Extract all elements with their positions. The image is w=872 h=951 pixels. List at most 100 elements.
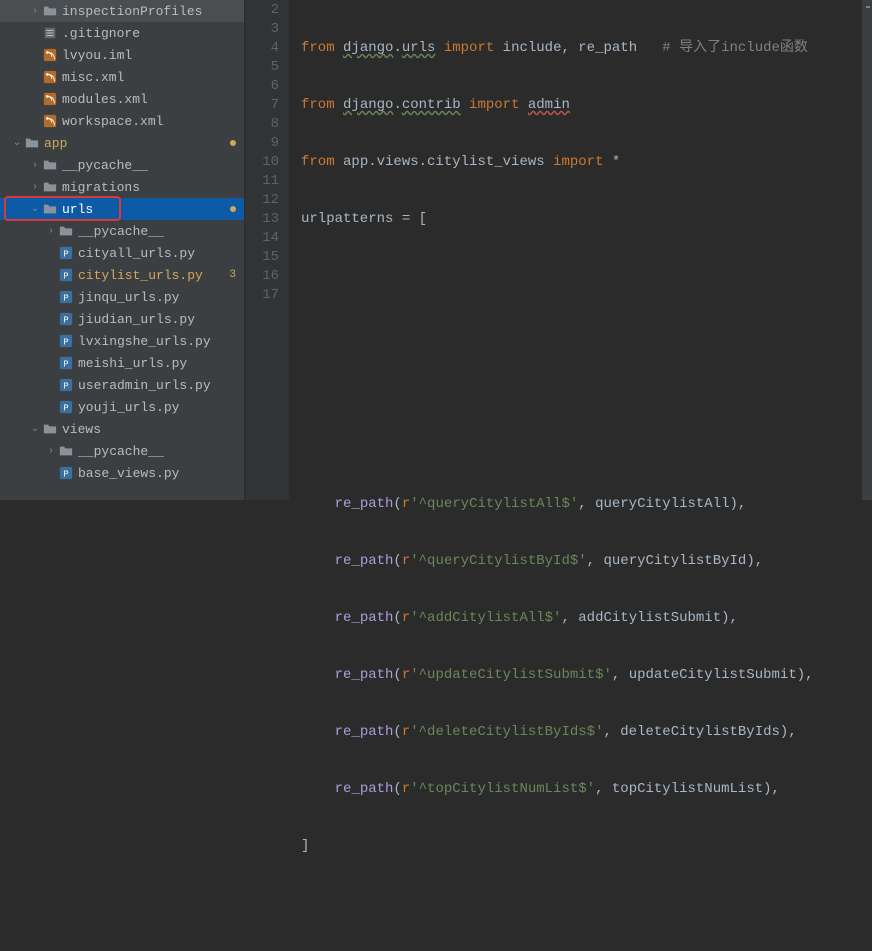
svg-text:P: P bbox=[63, 470, 68, 480]
xml-icon bbox=[42, 113, 58, 129]
xml-icon bbox=[42, 47, 58, 63]
line-number: 9 bbox=[245, 134, 279, 153]
tree-item-meishi-urls-py[interactable]: Pmeishi_urls.py bbox=[0, 352, 244, 374]
tree-item-label: meishi_urls.py bbox=[78, 356, 236, 371]
tree-item-jiudian-urls-py[interactable]: Pjiudian_urls.py bbox=[0, 308, 244, 330]
chevron-right-icon[interactable] bbox=[28, 158, 42, 172]
xml-icon bbox=[42, 69, 58, 85]
svg-text:P: P bbox=[63, 294, 68, 304]
tree-item-label: .gitignore bbox=[62, 26, 236, 41]
tree-item-label: base_views.py bbox=[78, 466, 236, 481]
line-number: 11 bbox=[245, 172, 279, 191]
chevron-right-icon[interactable] bbox=[28, 180, 42, 194]
tree-item--pycache-[interactable]: __pycache__ bbox=[0, 440, 244, 462]
tree-item-label: urls bbox=[62, 202, 224, 217]
tree-item-views[interactable]: views bbox=[0, 418, 244, 440]
tree-item-label: __pycache__ bbox=[62, 158, 236, 173]
line-number: 12 bbox=[245, 191, 279, 210]
tree-item--pycache-[interactable]: __pycache__ bbox=[0, 154, 244, 176]
code-line: re_path(r'^deleteCitylistByIds$', delete… bbox=[301, 723, 872, 742]
chevron-down-icon[interactable] bbox=[28, 422, 42, 436]
tree-item-label: inspectionProfiles bbox=[62, 4, 236, 19]
tree-item-label: jiudian_urls.py bbox=[78, 312, 236, 327]
tree-item-label: modules.xml bbox=[62, 92, 236, 107]
code-line bbox=[301, 438, 872, 457]
code-line: from django.urls import include, re_path… bbox=[301, 39, 872, 58]
tree-item-label: __pycache__ bbox=[78, 444, 236, 459]
py-icon: P bbox=[58, 245, 74, 261]
svg-text:P: P bbox=[63, 382, 68, 392]
code-line bbox=[301, 267, 872, 286]
tree-item-label: useradmin_urls.py bbox=[78, 378, 236, 393]
py-icon: P bbox=[58, 333, 74, 349]
svg-text:P: P bbox=[63, 272, 68, 282]
code-area[interactable]: from django.urls import include, re_path… bbox=[289, 0, 872, 500]
tree-item-youji-urls-py[interactable]: Pyouji_urls.py bbox=[0, 396, 244, 418]
tree-item-lvxingshe-urls-py[interactable]: Plvxingshe_urls.py bbox=[0, 330, 244, 352]
chevron-right-icon[interactable] bbox=[44, 224, 58, 238]
code-line: from django.contrib import admin bbox=[301, 96, 872, 115]
gutter: 234567891011121314151617 bbox=[245, 0, 289, 500]
tree-item-label: views bbox=[62, 422, 236, 437]
code-line: urlpatterns = [ bbox=[301, 210, 872, 229]
modified-dot-icon bbox=[230, 206, 236, 212]
py-icon: P bbox=[58, 355, 74, 371]
tree-item-inspectionprofiles[interactable]: inspectionProfiles bbox=[0, 0, 244, 22]
svg-text:P: P bbox=[63, 250, 68, 260]
tree-item-label: workspace.xml bbox=[62, 114, 236, 129]
line-number: 7 bbox=[245, 96, 279, 115]
folder-icon bbox=[58, 443, 74, 459]
scrollbar-vertical[interactable] bbox=[862, 0, 872, 500]
tree-item-misc-xml[interactable]: misc.xml bbox=[0, 66, 244, 88]
gitignore-icon bbox=[42, 25, 58, 41]
chevron-right-icon[interactable] bbox=[28, 4, 42, 18]
folder-icon bbox=[24, 135, 40, 151]
svg-text:P: P bbox=[63, 404, 68, 414]
py-icon: P bbox=[58, 311, 74, 327]
tree-item-label: misc.xml bbox=[62, 70, 236, 85]
tree-item-app[interactable]: app bbox=[0, 132, 244, 154]
tree-item--pycache-[interactable]: __pycache__ bbox=[0, 220, 244, 242]
tree-item-label: youji_urls.py bbox=[78, 400, 236, 415]
tree-item-lvyou-iml[interactable]: lvyou.iml bbox=[0, 44, 244, 66]
tree-item-migrations[interactable]: migrations bbox=[0, 176, 244, 198]
svg-text:P: P bbox=[63, 360, 68, 370]
line-number: 16 bbox=[245, 267, 279, 286]
chevron-right-icon[interactable] bbox=[44, 444, 58, 458]
tree-item-useradmin-urls-py[interactable]: Puseradmin_urls.py bbox=[0, 374, 244, 396]
folder-icon bbox=[58, 223, 74, 239]
folder-icon bbox=[42, 179, 58, 195]
line-number: 2 bbox=[245, 1, 279, 20]
tree-item-urls[interactable]: urls bbox=[0, 198, 244, 220]
chevron-down-icon[interactable] bbox=[28, 202, 42, 216]
tree-item-cityall-urls-py[interactable]: Pcityall_urls.py bbox=[0, 242, 244, 264]
code-line bbox=[301, 894, 872, 913]
tree-item-workspace-xml[interactable]: workspace.xml bbox=[0, 110, 244, 132]
code-line bbox=[301, 324, 872, 343]
py-icon: P bbox=[58, 465, 74, 481]
tree-item-modules-xml[interactable]: modules.xml bbox=[0, 88, 244, 110]
folder-icon bbox=[42, 3, 58, 19]
line-number: 5 bbox=[245, 58, 279, 77]
modified-dot-icon bbox=[230, 140, 236, 146]
code-line: re_path(r'^updateCitylistSubmit$', updat… bbox=[301, 666, 872, 685]
tree-item-label: lvyou.iml bbox=[62, 48, 236, 63]
tree-item-citylist-urls-py[interactable]: Pcitylist_urls.py3 bbox=[0, 264, 244, 286]
line-number: 6 bbox=[245, 77, 279, 96]
tree-item-label: migrations bbox=[62, 180, 236, 195]
line-number: 13 bbox=[245, 210, 279, 229]
tree-item--gitignore[interactable]: .gitignore bbox=[0, 22, 244, 44]
code-line: re_path(r'^addCitylistAll$', addCitylist… bbox=[301, 609, 872, 628]
line-number: 17 bbox=[245, 286, 279, 305]
code-line bbox=[301, 381, 872, 400]
chevron-down-icon[interactable] bbox=[10, 136, 24, 150]
tree-item-jinqu-urls-py[interactable]: Pjinqu_urls.py bbox=[0, 286, 244, 308]
project-tree[interactable]: inspectionProfiles .gitignore lvyou.iml mis… bbox=[0, 0, 245, 500]
line-number: 14 bbox=[245, 229, 279, 248]
tree-item-base-views-py[interactable]: Pbase_views.py bbox=[0, 462, 244, 484]
py-icon: P bbox=[58, 377, 74, 393]
folder-icon bbox=[42, 421, 58, 437]
code-editor[interactable]: 234567891011121314151617 from django.url… bbox=[245, 0, 872, 500]
py-icon: P bbox=[58, 267, 74, 283]
line-number: 15 bbox=[245, 248, 279, 267]
